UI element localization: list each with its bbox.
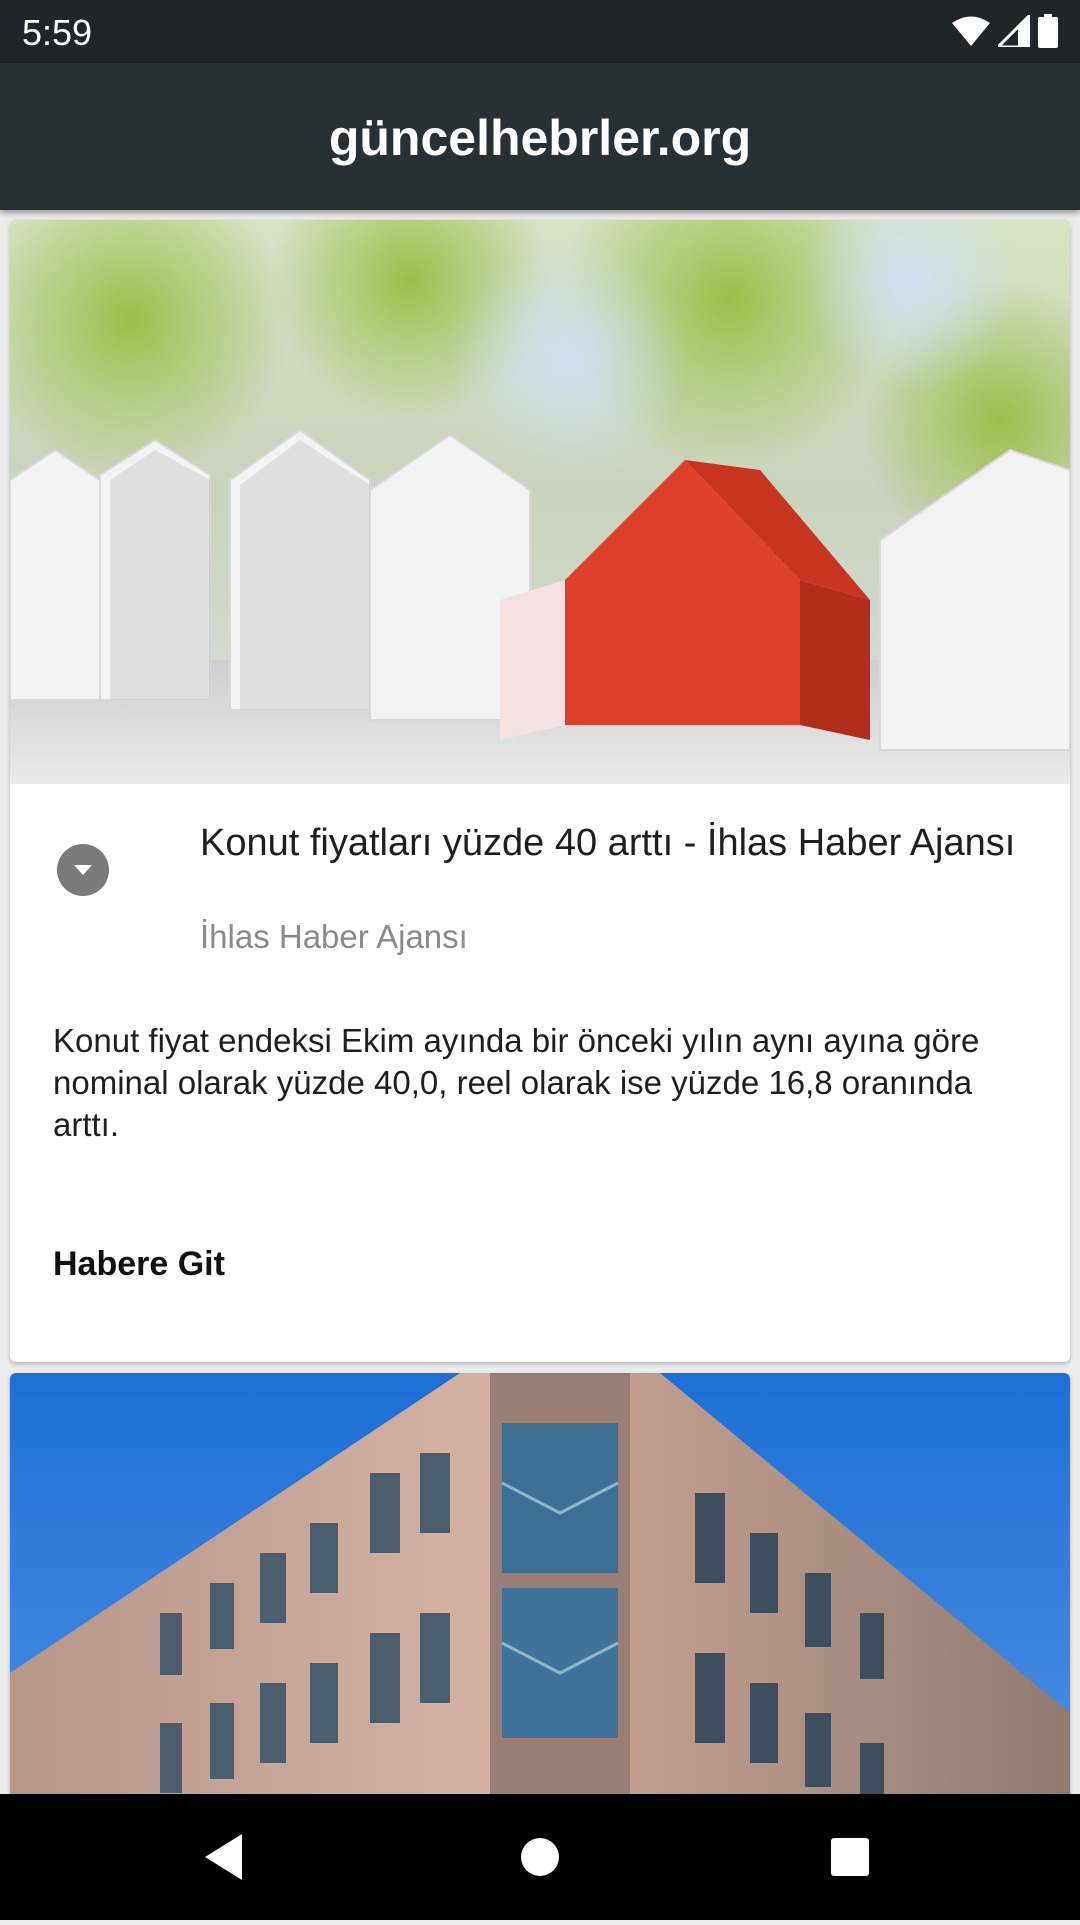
battery-icon — [1038, 14, 1058, 48]
status-time: 5:59 — [22, 12, 93, 53]
back-icon[interactable] — [155, 1794, 295, 1920]
recents-icon[interactable] — [780, 1794, 920, 1920]
expand-icon[interactable] — [57, 844, 109, 896]
news-feed[interactable]: Konut fiyatları yüzde 40 arttı - İhlas H… — [0, 210, 1080, 1794]
app-bar: güncelhebrler.org — [0, 63, 1080, 210]
news-card[interactable] — [10, 1373, 1070, 1794]
news-title[interactable]: Konut fiyatları yüzde 40 arttı - İhlas H… — [200, 818, 1030, 868]
news-image[interactable] — [10, 220, 1070, 784]
news-image[interactable] — [10, 1373, 1070, 1794]
go-to-news-button[interactable]: Habere Git — [53, 1245, 225, 1284]
wifi-icon — [952, 16, 990, 46]
news-source: İhlas Haber Ajansı — [200, 918, 468, 955]
news-card[interactable]: Konut fiyatları yüzde 40 arttı - İhlas H… — [10, 220, 1070, 1362]
status-icons — [952, 14, 1058, 48]
app-title: güncelhebrler.org — [328, 110, 752, 166]
system-nav-bar — [0, 1794, 1080, 1920]
status-bar: 5:59 — [0, 0, 1080, 63]
signal-icon — [998, 15, 1030, 47]
home-icon[interactable] — [470, 1794, 610, 1920]
news-description: Konut fiyat endeksi Ekim ayında bir önce… — [53, 1022, 980, 1143]
